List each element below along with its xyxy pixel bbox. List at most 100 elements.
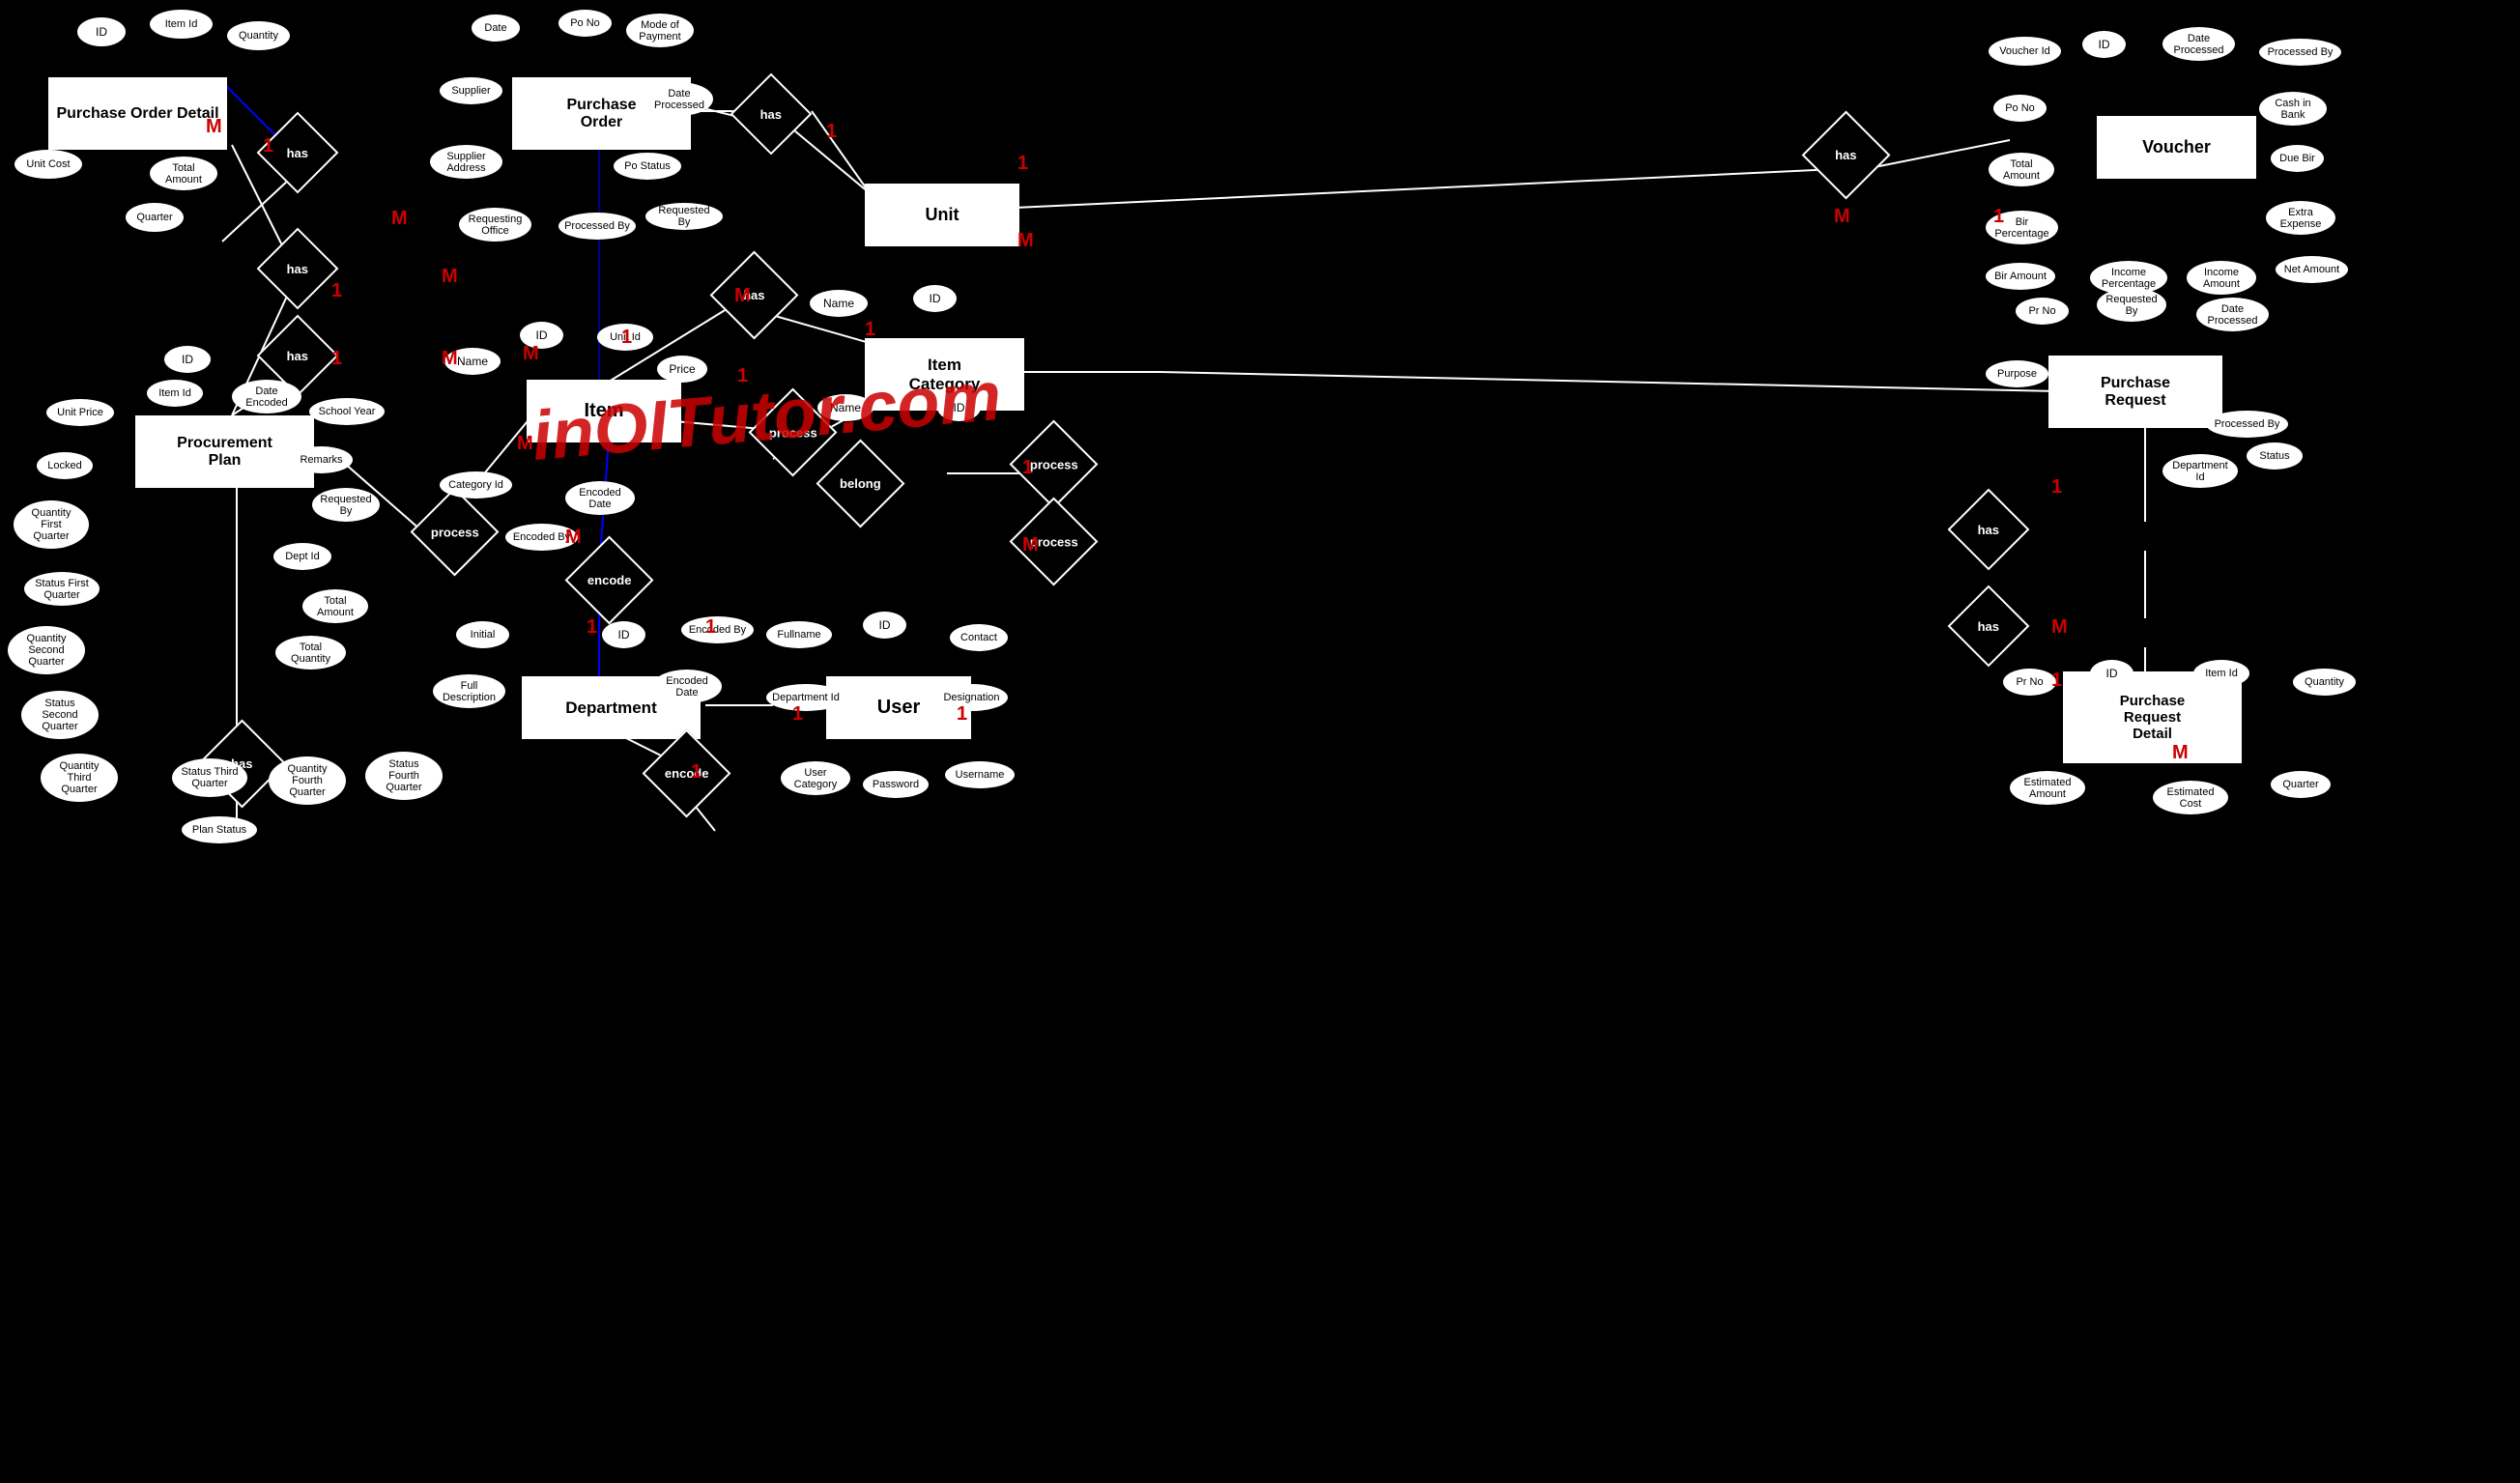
attr-dept-fulldesc: FullDescription [433, 674, 505, 708]
entity-purchase-request: PurchaseRequest [2048, 356, 2222, 428]
attr-pr-dateproc: DateProcessed [2196, 298, 2269, 331]
entity-unit: Unit [865, 184, 1019, 246]
attr-v-voucherid: Voucher Id [1989, 37, 2061, 66]
attr-pp-status2q: StatusSecondQuarter [21, 691, 99, 739]
attr-prd-prno: Pr No [2003, 669, 2056, 696]
attr-pod-id: ID [77, 17, 126, 46]
attr-prd-id: ID [2090, 660, 2133, 687]
attr-v-dateproc: DateProcessed [2162, 27, 2235, 61]
attr-user-usercat: UserCategory [781, 761, 850, 795]
attr-pp-status4q: StatusFourthQuarter [365, 752, 443, 800]
card-1-user2: 1 [957, 703, 967, 726]
attr-pp-qty2q: QuantitySecondQuarter [8, 626, 85, 674]
attr-pp-qty1q: QuantityFirstQuarter [14, 500, 89, 549]
attr-user-id: ID [863, 612, 906, 639]
card-1-1: 1 [263, 135, 273, 157]
attr-po-supplier: Supplier [440, 77, 502, 104]
card-1-prd: 1 [2051, 670, 2062, 692]
attr-po-reqby: Requested By [645, 203, 723, 230]
attr-prd-quarter: Quarter [2271, 771, 2331, 798]
card-m1: M [206, 116, 222, 138]
attr-v-id: ID [2082, 31, 2126, 58]
attr-pp-unitprice: Unit Price [46, 399, 114, 426]
card-m-proc-pr: M [1022, 534, 1039, 556]
card-1-proc1: 1 [331, 280, 342, 302]
attr-po-reqoffice: RequestingOffice [459, 208, 531, 242]
attr-pp-planstatus: Plan Status [182, 816, 257, 843]
attr-prd-estcost: EstimatedCost [2153, 781, 2228, 814]
attr-po-mop: Mode ofPayment [626, 14, 694, 47]
card-1-dept: 1 [587, 616, 597, 639]
attr-pp-deptid: Dept Id [273, 543, 331, 570]
attr-pr-reqby: RequestedBy [2097, 288, 2166, 322]
attr-v-incomeamt: IncomeAmount [2187, 261, 2256, 295]
attr-v-extraexp: ExtraExpense [2266, 201, 2335, 235]
attr-v-pono: Po No [1993, 95, 2047, 122]
attr-pod-unitcost: Unit Cost [14, 150, 82, 179]
card-m-item: M [523, 343, 539, 365]
attr-user-deptid: Department Id [766, 684, 845, 711]
attr-v-netamt: Net Amount [2276, 256, 2348, 283]
entity-procurement-plan: ProcurementPlan [135, 415, 314, 488]
attr-user-design: Designation [935, 684, 1008, 711]
attr-unit-id: ID [913, 285, 957, 312]
attr-v-procby: Processed By [2259, 39, 2341, 66]
card-1-unit-v: 1 [1993, 206, 2004, 228]
entity-purchase-order-detail: Purchase Order Detail [48, 77, 227, 150]
attr-po-dateproc: DateProcessed [645, 82, 713, 116]
attr-pp-remarks: Remarks [290, 446, 353, 473]
attr-dept-encdate: EncodedDate [652, 670, 722, 703]
card-1-enc: 1 [705, 616, 716, 639]
attr-pp-totalqty: TotalQuantity [275, 636, 346, 670]
attr-pp-itemid: Item Id [147, 380, 203, 407]
attr-user-username: Username [945, 761, 1015, 788]
card-m-proc-item: M [517, 433, 533, 455]
card-m-enc: M [565, 527, 582, 549]
attr-pr-procby: Processed By [2206, 411, 2288, 438]
card-1-item: 1 [621, 327, 632, 349]
card-1-ic: 1 [865, 319, 875, 341]
attr-pod-itemid: Item Id [150, 10, 213, 39]
attr-po-date: Date [472, 14, 520, 42]
attr-pod-totalamt: TotalAmount [150, 157, 217, 190]
attr-prd-estamt: EstimatedAmount [2010, 771, 2085, 805]
card-m-unit: M [1017, 230, 1034, 252]
attr-pp-reqby: RequestedBy [312, 488, 380, 522]
attr-user-contact: Contact [950, 624, 1008, 651]
attr-pp-status3q: Status ThirdQuarter [172, 758, 247, 797]
attr-dept-initial: Initial [456, 621, 509, 648]
attr-po-supplieraddr: SupplierAddress [430, 145, 502, 179]
card-1-2: 1 [826, 121, 837, 143]
attr-pp-schoolyr: School Year [309, 398, 385, 425]
card-1-deptenc: 1 [691, 761, 702, 784]
card-m-pr-prd: M [2051, 616, 2068, 639]
card-1-user: 1 [792, 703, 803, 726]
attr-pr-prno: Pr No [2016, 298, 2069, 325]
attr-v-cashinbank: Cash inBank [2259, 92, 2327, 126]
card-1-unit: 1 [1017, 153, 1028, 175]
attr-pr-purpose: Purpose [1986, 360, 2048, 387]
attr-dept-encby: Encoded By [681, 616, 754, 643]
attr-user-password: Password [863, 771, 929, 798]
attr-pod-quarter: Quarter [126, 203, 184, 232]
attr-pp-totalamt: TotalAmount [302, 589, 368, 623]
attr-pp-qty3q: QuantityThirdQuarter [41, 754, 118, 802]
attr-dept-id: ID [602, 621, 645, 648]
attr-item-encdate: EncodedDate [565, 481, 635, 515]
attr-pp-dateenc: DateEncoded [232, 380, 301, 414]
attr-prd-itemid: Item Id [2193, 660, 2249, 687]
attr-po-postatus: Po Status [614, 153, 681, 180]
attr-item-catid: Category Id [440, 471, 512, 499]
attr-pp-id: ID [164, 346, 211, 373]
attr-pod-quantity: Quantity [227, 21, 290, 50]
attr-pr-status: Status [2247, 442, 2303, 470]
attr-item-price: Price [657, 356, 707, 383]
card-m-unit-v: M [1834, 206, 1850, 228]
attr-v-biramt: Bir Amount [1986, 263, 2055, 290]
card-m-proc2: M [442, 348, 458, 370]
attr-po-procby: Processed By [558, 213, 636, 240]
card-1-pr-prd: 1 [2051, 476, 2062, 499]
attr-pp-qty4q: QuantityFourthQuarter [269, 756, 346, 805]
attr-unit-name: Name [810, 290, 868, 317]
attr-pp-locked: Locked [37, 452, 93, 479]
